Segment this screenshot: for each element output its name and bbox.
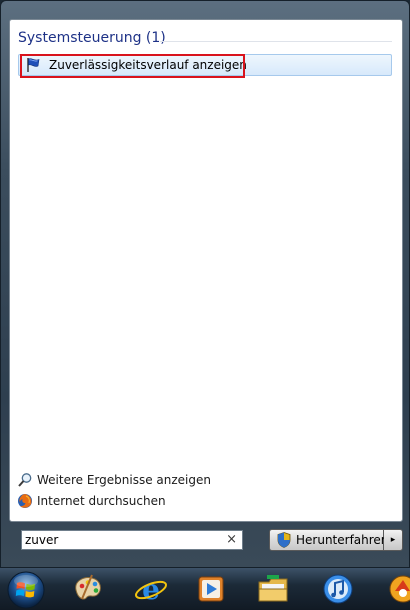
paint-palette-icon[interactable] bbox=[70, 572, 106, 606]
search-results-pane: Systemsteuerung (1) Zuverlässigkeitsverl… bbox=[9, 19, 403, 522]
taskbar: e bbox=[0, 568, 410, 610]
shutdown-options-arrow[interactable]: ▸ bbox=[384, 529, 403, 551]
group-divider bbox=[160, 41, 392, 42]
internet-explorer-icon[interactable]: e bbox=[133, 572, 169, 606]
magnifier-icon bbox=[18, 473, 32, 487]
partial-app-icon[interactable] bbox=[385, 572, 410, 606]
search-field[interactable]: × bbox=[21, 530, 243, 550]
shield-icon bbox=[277, 532, 291, 548]
svg-text:e: e bbox=[142, 573, 160, 606]
file-explorer-icon[interactable] bbox=[255, 572, 291, 606]
more-results-label: Weitere Ergebnisse anzeigen bbox=[37, 473, 211, 487]
search-internet-label: Internet durchsuchen bbox=[37, 494, 166, 508]
shutdown-label: Herunterfahren bbox=[296, 533, 389, 547]
firefox-icon bbox=[18, 494, 32, 508]
result-group-header[interactable]: Systemsteuerung (1) bbox=[18, 30, 166, 46]
shutdown-button[interactable]: Herunterfahren bbox=[269, 529, 388, 551]
start-menu: Systemsteuerung (1) Zuverlässigkeitsverl… bbox=[0, 0, 410, 568]
blue-flag-icon bbox=[27, 58, 40, 72]
result-item-reliability-history[interactable]: Zuverlässigkeitsverlauf anzeigen bbox=[18, 54, 392, 76]
clear-search-icon[interactable]: × bbox=[226, 532, 237, 548]
result-item-label: Zuverlässigkeitsverlauf anzeigen bbox=[49, 58, 247, 72]
search-input[interactable] bbox=[25, 532, 220, 548]
media-player-icon[interactable] bbox=[193, 572, 229, 606]
itunes-icon[interactable] bbox=[320, 572, 356, 606]
start-orb-icon[interactable] bbox=[6, 570, 46, 610]
